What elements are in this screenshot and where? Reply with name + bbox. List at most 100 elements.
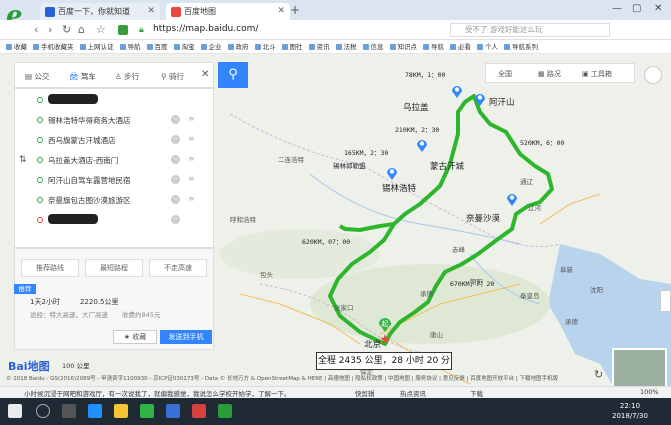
compass-icon[interactable]	[644, 66, 662, 84]
clock-date: 2018/7/30	[612, 412, 648, 420]
remove-icon[interactable]: −	[171, 135, 180, 144]
system-clock[interactable]: 22:10 2018/7/30	[612, 401, 648, 421]
maximize-icon[interactable]: ▢	[632, 3, 641, 14]
remove-icon[interactable]: −	[171, 155, 180, 164]
ie-icon[interactable]	[88, 404, 102, 418]
map-pin-icon[interactable]	[416, 138, 428, 152]
waypoint-item[interactable]: ⇅ 乌拉盖大酒店-西南门 − ≡	[15, 151, 215, 171]
swap-icon[interactable]: ⇅	[19, 155, 27, 165]
mode-walk[interactable]: ♙ 步行	[115, 71, 139, 82]
option-shortest[interactable]: 最短路程	[85, 259, 143, 277]
url-field[interactable]: 🔒︎ https://map.baidu.com/	[135, 22, 435, 37]
waypoint-dot-icon	[37, 157, 43, 163]
bookmark-item[interactable]: 北斗	[254, 40, 276, 53]
app-icon[interactable]	[192, 404, 206, 418]
close-icon[interactable]: ✕	[147, 6, 155, 16]
bookmark-item[interactable]: 企业	[200, 40, 222, 53]
favorite-button[interactable]: ★ 收藏	[113, 330, 157, 344]
remove-icon[interactable]: −	[171, 195, 180, 204]
mode-drive[interactable]: 🚘︎ 驾车	[69, 71, 96, 82]
home-icon[interactable]: ⌂	[78, 23, 85, 36]
minimize-icon[interactable]: —	[612, 3, 622, 14]
new-tab-icon[interactable]: +	[290, 3, 300, 17]
bookmark-item[interactable]: 资讯	[308, 40, 330, 53]
city-selector[interactable]: 全国	[498, 69, 512, 79]
bookmark-item[interactable]: 导航	[119, 40, 141, 53]
refresh-icon[interactable]: ↻	[62, 23, 71, 36]
task-view-icon[interactable]	[62, 404, 76, 418]
drag-handle-icon[interactable]: ≡	[188, 114, 195, 123]
news-ticker[interactable]: 小时候沉浸于网吧和游戏厅，有一次说我了，就偏我感觉，我说怎么学校开始学，了解一下…	[24, 388, 291, 398]
zoom-level[interactable]: 100%	[640, 388, 659, 396]
bookmark-item[interactable]: 信息	[362, 40, 384, 53]
waypoint-item[interactable]: 锡林浩特华得商务大酒店 − ≡	[15, 111, 215, 131]
bookmark-item[interactable]: 手机收藏夹	[33, 40, 74, 53]
map-pin-icon[interactable]	[386, 166, 398, 180]
map-label: 通辽	[520, 178, 533, 186]
bookmark-item[interactable]: 导航系列	[504, 40, 538, 53]
bookmark-item[interactable]: 政府	[227, 40, 249, 53]
map-pin-icon[interactable]	[474, 92, 486, 106]
bookmark-label: 知识点	[397, 43, 418, 51]
option-no-highway[interactable]: 不走高速	[149, 259, 207, 277]
folder-icon[interactable]	[114, 404, 128, 418]
map-label: 呼和浩特	[230, 216, 256, 224]
svg-text:起: 起	[382, 320, 389, 328]
wechat-icon[interactable]	[218, 404, 232, 418]
bookmark-icon	[281, 44, 288, 50]
drag-handle-icon[interactable]: ≡	[188, 174, 195, 183]
toolbox-icon: ▣	[582, 70, 591, 78]
tab-baidu-map[interactable]: 百度地图 ✕	[166, 3, 290, 20]
bookmark-item[interactable]: 收藏	[6, 40, 27, 53]
drag-handle-icon[interactable]: ≡	[188, 134, 195, 143]
bookmark-item[interactable]: 法税	[335, 40, 357, 53]
search-icon[interactable]	[36, 404, 50, 418]
zoom-control[interactable]	[660, 290, 671, 312]
close-icon[interactable]: ✕	[277, 6, 285, 16]
close-window-icon[interactable]: ✕	[654, 3, 662, 14]
option-recommended[interactable]: 推荐路线	[21, 259, 79, 277]
bookmark-item[interactable]: 淘宝	[173, 40, 195, 53]
forward-icon[interactable]: ›	[48, 23, 52, 36]
send-to-phone-button[interactable]: 发送到手机	[160, 330, 212, 344]
waypoint-item[interactable]: 阿汗山自驾车露营地民宿 − ≡	[15, 171, 215, 191]
browser-search-input[interactable]: 受不了 游戏好能这么玩	[450, 23, 610, 37]
remove-icon[interactable]: −	[171, 215, 180, 224]
remove-icon[interactable]: −	[171, 115, 180, 124]
windows-start-icon[interactable]	[8, 404, 22, 418]
traffic-toggle[interactable]: ▦ 路况	[538, 69, 561, 79]
bookmark-item[interactable]: 必看	[450, 40, 471, 53]
route-summary: 全程 2435 公里，28 小时 20 分	[316, 352, 452, 370]
bookmark-item[interactable]: 百度	[146, 40, 168, 53]
status-item[interactable]: 热点资讯	[400, 388, 426, 398]
drag-handle-icon[interactable]: ≡	[188, 154, 195, 163]
map-pin-icon[interactable]	[506, 192, 518, 206]
waypoint-item[interactable]: 西乌旗蒙古汗城酒店 − ≡	[15, 131, 215, 151]
close-icon[interactable]: ✕	[201, 69, 209, 80]
status-item[interactable]: 下载	[470, 388, 483, 398]
search-button[interactable]: ⚲	[218, 62, 248, 88]
status-item[interactable]: 快剪辑	[355, 388, 375, 398]
toolbox-button[interactable]: ▣ 工具箱	[582, 69, 612, 79]
tab-baidu-search[interactable]: 百度一下，你就知道 ✕	[40, 3, 160, 20]
remove-icon[interactable]: −	[171, 175, 180, 184]
bookmark-item[interactable]: 上网认证	[79, 40, 114, 53]
waypoint-item[interactable]: −	[15, 211, 215, 231]
bookmark-item[interactable]: 知识点	[389, 40, 418, 53]
browser-app-icon[interactable]	[140, 404, 154, 418]
mode-bike[interactable]: ⚲ 骑行	[161, 71, 184, 82]
start-marker-icon[interactable]: 起	[378, 316, 392, 332]
bookmark-item[interactable]: 个人	[477, 40, 498, 53]
star-icon[interactable]: ☆	[96, 23, 106, 36]
mode-bus[interactable]: ▤ 公交	[25, 71, 49, 82]
bookmark-item[interactable]: 导航	[423, 40, 444, 53]
back-icon[interactable]: ‹	[34, 23, 38, 36]
plan-tag: 推荐	[14, 284, 36, 294]
waypoint-item[interactable]: 奈曼旗包古图沙漠旅游区 − ≡	[15, 191, 215, 211]
bookmark-item[interactable]: 图社	[281, 40, 303, 53]
app-icon[interactable]	[166, 404, 180, 418]
map-favicon-icon	[171, 7, 181, 17]
waypoint-item[interactable]	[15, 91, 215, 111]
map-pin-icon[interactable]	[451, 84, 463, 98]
drag-handle-icon[interactable]: ≡	[188, 194, 195, 203]
